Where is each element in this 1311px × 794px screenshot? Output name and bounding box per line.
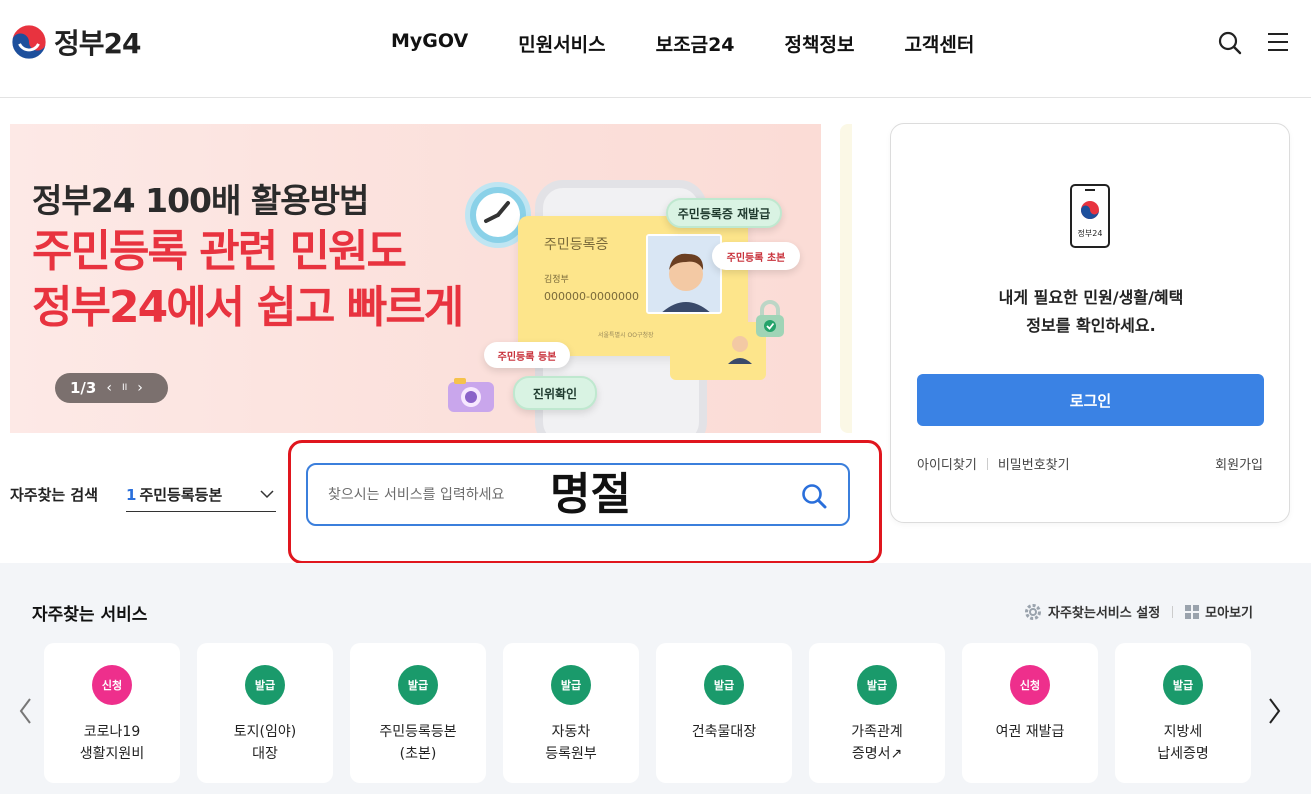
service-card[interactable]: 발급주민등록등본 (초본)	[350, 643, 486, 783]
service-name: 여권 재발급	[995, 724, 1065, 740]
divider	[1172, 605, 1174, 618]
service-badge: 신청	[1010, 665, 1050, 705]
service-badge: 발급	[551, 665, 591, 705]
login-message: 내게 필요한 민원/생활/혜택 정보를 확인하세요.	[891, 284, 1291, 340]
service-name: 주민등록등본 (초본)	[379, 724, 457, 762]
person-avatar-icon	[648, 236, 720, 312]
frequent-search-dropdown[interactable]: 1 주민등록등본	[126, 478, 276, 512]
service-badge: 발급	[704, 665, 744, 705]
phone-logo-label: 정부24	[1077, 229, 1103, 238]
nav-mygov[interactable]: MyGOV	[391, 30, 468, 57]
login-links: 아이디찾기 비밀번호찾기	[917, 454, 1070, 473]
main-banner[interactable]: 정부24 100배 활용방법 주민등록 관련 민원도 정부24에서 쉽고 빠르게…	[10, 124, 821, 433]
service-name: 지방세 납세증명	[1157, 724, 1209, 762]
service-name: 자동차 등록원부	[545, 724, 597, 762]
service-card[interactable]: 신청여권 재발급	[962, 643, 1098, 783]
services-settings-button[interactable]: 자주찾는서비스 설정	[1024, 602, 1160, 621]
service-card-list: 신청 코로나19 생활지원비 발급 토지(임야) 대장 발급 주민등록등본 (초본) 발급 자…	[44, 643, 1251, 783]
chevron-right-icon[interactable]	[1265, 696, 1283, 726]
service-badge: 발급	[245, 665, 285, 705]
service-card[interactable]: 발급지방세 납세증명	[1115, 643, 1251, 783]
frequent-search-label: 자주찾는 검색	[10, 486, 99, 504]
chip-resident-abstract: 주민등록 초본	[712, 242, 800, 270]
banner-title-line1: 주민등록 관련 민원도	[32, 226, 407, 277]
frequent-services-title: 자주찾는 서비스	[32, 605, 148, 625]
camera-icon	[448, 378, 494, 412]
service-badge: 신청	[92, 665, 132, 705]
id-card-number: 000000-0000000	[544, 290, 639, 303]
banner-title: 주민등록 관련 민원도 정부24에서 쉽고 빠르게	[32, 224, 464, 336]
site-header: 정부24 MyGOV 민원서비스 보조금24 정책정보 고객센터	[0, 0, 1311, 98]
service-card[interactable]: 발급자동차 등록원부	[503, 643, 639, 783]
banner-pager: 1/3 ‹ II ›	[55, 373, 168, 403]
search-icon[interactable]	[1217, 30, 1243, 56]
menu-icon[interactable]	[1266, 31, 1290, 53]
service-card[interactable]: 발급토지(임야) 대장	[197, 643, 333, 783]
id-card-name: 김정부	[544, 275, 569, 285]
grid-icon	[1185, 604, 1200, 619]
frequent-search-rank: 1	[126, 485, 137, 504]
chevron-down-icon	[260, 490, 274, 499]
service-card[interactable]: 발급건축물대장	[656, 643, 792, 783]
nav-customer-center[interactable]: 고객센터	[904, 30, 974, 57]
search-submit-icon[interactable]	[800, 482, 828, 510]
banner-subtitle: 정부24 100배 활용방법	[32, 181, 369, 220]
pager-prev-button[interactable]: ‹	[106, 380, 112, 396]
id-card-title: 주민등록증	[544, 237, 609, 253]
service-name: 건축물대장	[691, 724, 757, 740]
search-bar: 명절	[306, 463, 850, 526]
service-name: 가족관계 증명서↗	[851, 724, 903, 762]
service-badge: 발급	[398, 665, 438, 705]
service-card[interactable]: 신청코로나19 생활지원비	[44, 643, 180, 783]
login-message-line1: 내게 필요한 민원/생활/혜택	[998, 288, 1184, 307]
lock-icon	[756, 300, 784, 337]
nav-civil-service[interactable]: 민원서비스	[518, 30, 605, 57]
divider	[986, 457, 988, 470]
main-nav: MyGOV 민원서비스 보조금24 정책정보 고객센터	[391, 30, 1024, 57]
banner-title-line2: 정부24에서 쉽고 빠르게	[32, 282, 464, 333]
logo-text: 정부24	[54, 27, 141, 60]
service-badge: 발급	[1163, 665, 1203, 705]
nav-policy-info[interactable]: 정책정보	[785, 30, 855, 57]
pager-count: 1/3	[70, 379, 97, 397]
next-banner-peek[interactable]	[840, 124, 852, 433]
pager-pause-button[interactable]: II	[122, 383, 127, 393]
frequent-search-keyword: 주민등록등본	[139, 486, 223, 504]
view-all-label: 모아보기	[1205, 606, 1254, 621]
login-card: 정부24 내게 필요한 민원/생활/혜택 정보를 확인하세요. 로그인 아이디찾…	[890, 123, 1290, 523]
view-all-button[interactable]: 모아보기	[1185, 602, 1253, 621]
service-card[interactable]: 발급가족관계 증명서↗	[809, 643, 945, 783]
id-card-address: 서울특별시 OO구청장	[598, 332, 654, 339]
chip-verification: 진위확인	[513, 376, 597, 410]
gear-icon	[1025, 603, 1041, 620]
service-name: 토지(임야) 대장	[233, 724, 297, 762]
frequent-services-section: 자주찾는 서비스 자주찾는서비스 설정 모아보기 신청코로나19 생활지원비 발급	[0, 563, 1311, 794]
nav-subsidy24[interactable]: 보조금24	[656, 30, 735, 57]
signup-link[interactable]: 회원가입	[1215, 454, 1263, 473]
login-button[interactable]: 로그인	[917, 374, 1264, 426]
taegeuk-emblem-icon	[11, 24, 47, 60]
chip-id-reissue: 주민등록증 재발급	[666, 198, 782, 228]
chip-resident-copy: 주민등록 등본	[484, 342, 570, 368]
logo[interactable]: 정부24	[10, 22, 141, 62]
find-id-link[interactable]: 아이디찾기	[917, 454, 977, 473]
chevron-left-icon[interactable]	[17, 696, 35, 726]
id-photo	[646, 234, 722, 314]
find-password-link[interactable]: 비밀번호찾기	[998, 454, 1070, 473]
services-tools: 자주찾는서비스 설정 모아보기	[1024, 602, 1253, 621]
pager-next-button[interactable]: ›	[137, 380, 143, 396]
typed-search-text: 명절	[550, 469, 631, 520]
login-message-line2: 정보를 확인하세요.	[1026, 316, 1156, 335]
service-name: 코로나19 생활지원비	[79, 724, 145, 762]
search-input[interactable]	[328, 483, 528, 507]
services-settings-label: 자주찾는서비스 설정	[1048, 606, 1161, 621]
service-badge: 발급	[857, 665, 897, 705]
